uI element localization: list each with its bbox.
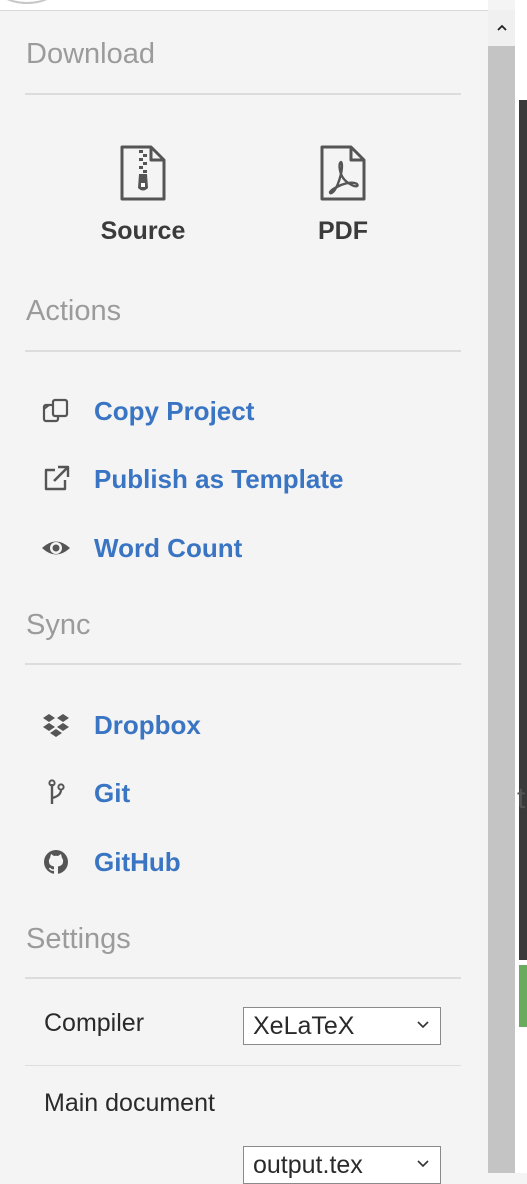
menu-scrollbar[interactable] [488, 10, 515, 1173]
github-icon [40, 846, 72, 878]
compiler-select[interactable]: XeLaTeX [243, 1007, 441, 1045]
background-partial-text: t [517, 782, 526, 815]
publish-template-button[interactable]: Publish as Template [40, 462, 343, 496]
eye-icon [40, 532, 72, 564]
background-editor-edge: t [515, 0, 527, 1173]
background-dark-panel [519, 100, 527, 960]
download-pdf-label: PDF [318, 217, 368, 245]
github-label: GitHub [94, 846, 181, 877]
compiler-label: Compiler [44, 1009, 145, 1037]
dropbox-label: Dropbox [94, 709, 201, 740]
menu-top-edge [0, 0, 488, 11]
settings-divider [25, 977, 461, 979]
dropbox-icon [40, 709, 72, 741]
main-document-value: output.tex [253, 1151, 363, 1179]
download-source-label: Source [100, 217, 186, 245]
settings-row-divider [25, 1065, 461, 1066]
project-menu: Download Source PDF Actions Copy Project… [0, 0, 488, 1184]
avatar-edge [0, 0, 62, 4]
compiler-value: XeLaTeX [253, 1012, 355, 1040]
external-link-icon [40, 463, 72, 495]
publish-template-label: Publish as Template [94, 463, 344, 494]
word-count-label: Word Count [94, 532, 243, 563]
git-label: Git [94, 777, 131, 808]
chevron-down-icon [417, 1021, 429, 1029]
actions-section-title: Actions [26, 295, 122, 327]
zip-file-icon [120, 145, 166, 201]
git-button[interactable]: Git [40, 776, 130, 810]
word-count-button[interactable]: Word Count [40, 531, 242, 565]
git-branch-icon [40, 777, 72, 809]
download-source-button[interactable]: Source [73, 144, 213, 246]
settings-section-title: Settings [26, 923, 131, 955]
sync-section-title: Sync [26, 609, 91, 641]
main-document-label: Main document [44, 1089, 215, 1117]
background-green-button [519, 965, 527, 1027]
download-section-title: Download [26, 38, 155, 70]
pdf-file-icon [320, 145, 366, 201]
dropbox-button[interactable]: Dropbox [40, 708, 201, 742]
actions-divider [25, 350, 461, 352]
github-button[interactable]: GitHub [40, 845, 181, 879]
scroll-thumb[interactable] [488, 46, 515, 1173]
download-divider [25, 93, 461, 95]
scroll-up-button[interactable] [488, 10, 515, 46]
copy-project-button[interactable]: Copy Project [40, 394, 254, 428]
chevron-up-icon [496, 24, 507, 31]
sync-divider [25, 663, 461, 665]
main-document-select[interactable]: output.tex [243, 1146, 441, 1184]
chevron-down-icon [417, 1160, 429, 1168]
download-pdf-button[interactable]: PDF [273, 144, 413, 246]
copy-project-label: Copy Project [94, 395, 255, 426]
copy-icon [40, 395, 72, 427]
